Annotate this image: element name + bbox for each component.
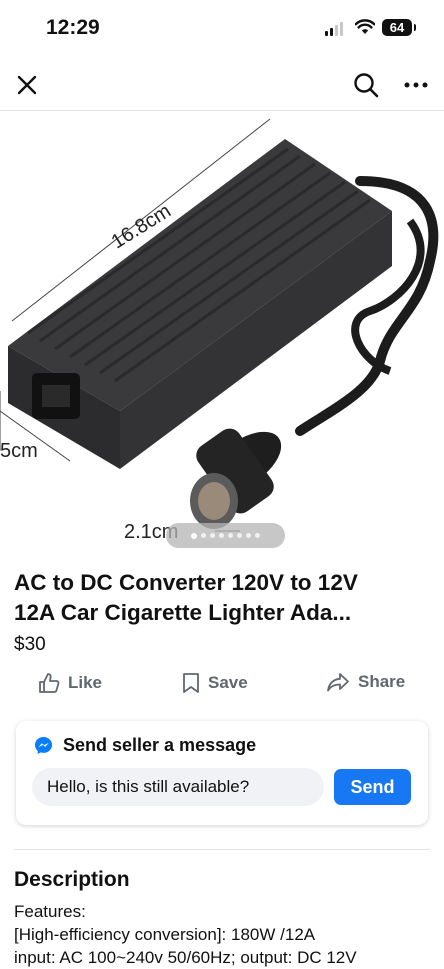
bookmark-icon <box>183 673 199 693</box>
message-header-label: Send seller a message <box>63 735 257 755</box>
description-line: Features: <box>14 902 86 921</box>
product-photo[interactable]: 16.8cm 5cm 2.1cm <box>0 111 444 561</box>
close-button[interactable] <box>10 68 44 102</box>
wifi-icon <box>355 19 375 34</box>
share-label: Share <box>358 672 406 691</box>
power-adapter-illustration: 16.8cm 5cm 2.1cm <box>0 118 439 543</box>
carousel-dot[interactable] <box>246 533 251 538</box>
battery-icon: 64 <box>382 19 416 36</box>
carousel-dot[interactable] <box>201 533 206 538</box>
more-icon <box>404 82 428 88</box>
carousel-dot[interactable] <box>210 533 215 538</box>
listing-title-line2: 12A Car Cigarette Lighter Ada... <box>14 600 352 625</box>
cellular-signal-icon <box>325 22 343 36</box>
send-button[interactable]: Send <box>334 769 411 805</box>
thumbs-up-icon <box>39 673 60 693</box>
top-nav <box>0 58 444 111</box>
share-button[interactable]: Share <box>326 672 405 692</box>
carousel-dot[interactable] <box>228 533 233 538</box>
message-seller-card: Send seller a message Hello, is this sti… <box>16 721 428 825</box>
share-icon <box>327 673 349 692</box>
message-input[interactable]: Hello, is this still available? <box>32 768 324 806</box>
battery-level: 64 <box>389 20 405 35</box>
save-label: Save <box>208 673 248 692</box>
save-button[interactable]: Save <box>182 672 248 694</box>
like-label: Like <box>68 673 103 692</box>
carousel-dot[interactable] <box>255 533 260 538</box>
carousel-dot[interactable] <box>219 533 224 538</box>
photo-carousel-indicator[interactable] <box>166 523 285 548</box>
search-icon <box>354 73 379 98</box>
action-row: Like Save Share <box>0 668 444 704</box>
description-body: Features: [High-efficiency conversion]: … <box>14 900 444 969</box>
description-heading: Description <box>14 868 130 891</box>
listing-price: $30 <box>14 634 46 655</box>
carousel-dot[interactable] <box>191 532 197 539</box>
dimension-height-label: 5cm <box>0 440 38 462</box>
message-input-value: Hello, is this still available? <box>47 777 250 796</box>
more-options-button[interactable] <box>399 68 433 102</box>
listing-title-line1: AC to DC Converter 120V to 12V <box>14 570 358 595</box>
status-time: 12:29 <box>46 16 100 39</box>
status-bar: 12:29 64 <box>0 0 444 58</box>
carousel-dot[interactable] <box>237 533 242 538</box>
message-header: Send seller a message <box>34 735 256 756</box>
description-line: input: AC 100~240v 50/60Hz; output: DC 1… <box>14 948 357 967</box>
search-button[interactable] <box>349 68 383 102</box>
section-divider <box>14 849 430 850</box>
description-line: [High-efficiency conversion]: 180W /12A <box>14 925 316 944</box>
like-button[interactable]: Like <box>38 672 102 694</box>
listing-title: AC to DC Converter 120V to 12V 12A Car C… <box>14 568 430 628</box>
close-icon <box>17 75 37 95</box>
messenger-icon <box>34 736 53 755</box>
